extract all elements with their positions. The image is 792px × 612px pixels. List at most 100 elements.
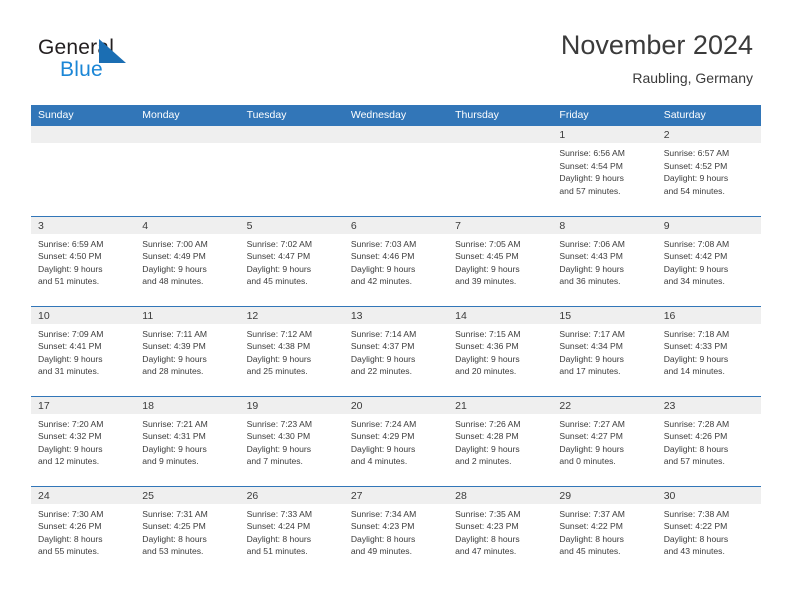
sunset-time: Sunset: 4:42 PM (663, 251, 728, 262)
daylight-duration-line1: Daylight: 9 hours (559, 353, 624, 364)
daylight-duration-line2: and 48 minutes. (142, 276, 204, 287)
day-number: 4 (135, 216, 240, 234)
calendar-day-cell[interactable]: 3 Sunrise: 6:59 AM Sunset: 4:50 PM Daylight… (31, 215, 136, 306)
calendar-day-cell[interactable]: 4 Sunrise: 7:00 AM Sunset: 4:49 PM Daylight… (135, 215, 240, 306)
calendar-week-row: 17 Sunrise: 7:20 AM Sunset: 4:32 PM Dayligh… (31, 395, 761, 486)
calendar-day-cell[interactable]: 16 Sunrise: 7:18 AM Sunset: 4:33 PM Dayligh… (656, 305, 761, 396)
sunrise-time: Sunrise: 7:26 AM (455, 418, 521, 429)
calendar-day-cell[interactable]: 15 Sunrise: 7:17 AM Sunset: 4:34 PM Dayligh… (552, 305, 657, 396)
calendar-day-cell[interactable]: 2 Sunrise: 6:57 AM Sunset: 4:52 PM Daylight… (656, 126, 761, 216)
day-details: Sunrise: 7:23 AM Sunset: 4:30 PM Daylight:… (240, 414, 344, 468)
general-blue-logo[interactable]: General Blue (38, 36, 158, 84)
calendar-day-cell[interactable]: 8 Sunrise: 7:06 AM Sunset: 4:43 PM Daylight… (552, 215, 657, 306)
calendar-day-cell[interactable]: 24 Sunrise: 7:30 AM Sunset: 4:26 PM Dayligh… (31, 485, 136, 576)
calendar-day-cell[interactable]: 22 Sunrise: 7:27 AM Sunset: 4:27 PM Dayligh… (552, 395, 657, 486)
sunset-time: Sunset: 4:47 PM (246, 251, 311, 262)
calendar-day-cell-empty (135, 126, 240, 216)
sunrise-time: Sunrise: 7:24 AM (350, 418, 417, 429)
calendar-day-cell[interactable]: 14 Sunrise: 7:15 AM Sunset: 4:36 PM Dayligh… (448, 305, 553, 396)
calendar-day-cell[interactable]: 7 Sunrise: 7:05 AM Sunset: 4:45 PM Daylight… (448, 215, 553, 306)
day-number: 18 (135, 396, 240, 414)
calendar-day-cell[interactable]: 29 Sunrise: 7:37 AM Sunset: 4:22 PM Dayligh… (552, 485, 657, 576)
sunset-time: Sunset: 4:30 PM (246, 431, 311, 442)
day-number: 29 (552, 486, 657, 504)
sunrise-time: Sunrise: 7:05 AM (455, 238, 521, 249)
calendar-day-cell[interactable]: 27 Sunrise: 7:34 AM Sunset: 4:23 PM Dayligh… (343, 485, 449, 576)
sunrise-time: Sunrise: 7:03 AM (350, 238, 417, 249)
day-number: 15 (552, 306, 657, 324)
sunset-time: Sunset: 4:50 PM (38, 251, 102, 262)
sunrise-time: Sunrise: 7:37 AM (559, 508, 625, 519)
calendar-day-cell[interactable]: 18 Sunrise: 7:21 AM Sunset: 4:31 PM Dayligh… (135, 395, 240, 486)
weekday-header-thursday: Thursday (448, 105, 553, 126)
calendar-day-cell[interactable]: 9 Sunrise: 7:08 AM Sunset: 4:42 PM Daylight… (656, 215, 761, 306)
calendar-day-cell[interactable]: 19 Sunrise: 7:23 AM Sunset: 4:30 PM Dayligh… (239, 395, 344, 486)
day-details: Sunrise: 7:24 AM Sunset: 4:29 PM Daylight:… (344, 414, 448, 468)
calendar-day-cell[interactable]: 26 Sunrise: 7:33 AM Sunset: 4:24 PM Dayligh… (239, 485, 344, 576)
calendar-day-cell-empty (31, 126, 136, 216)
daylight-duration-line1: Daylight: 9 hours (559, 173, 624, 184)
daylight-duration-line2: and 25 minutes. (246, 366, 308, 377)
daylight-duration-line1: Daylight: 8 hours (663, 533, 729, 544)
sunrise-time: Sunrise: 7:35 AM (455, 508, 521, 519)
sunset-time: Sunset: 4:54 PM (559, 160, 623, 171)
daylight-duration-line1: Daylight: 9 hours (246, 443, 312, 454)
sunset-time: Sunset: 4:22 PM (559, 521, 623, 532)
sunset-time: Sunset: 4:23 PM (455, 521, 519, 532)
calendar-day-cell[interactable]: 20 Sunrise: 7:24 AM Sunset: 4:29 PM Dayligh… (343, 395, 449, 486)
sunrise-time: Sunrise: 7:21 AM (142, 418, 208, 429)
sunrise-time: Sunrise: 7:33 AM (246, 508, 313, 519)
daylight-duration-line2: and 42 minutes. (350, 276, 412, 287)
day-number: 5 (239, 216, 344, 234)
day-number: 22 (552, 396, 657, 414)
sunrise-time: Sunrise: 7:15 AM (455, 328, 521, 339)
calendar-day-cell-empty (343, 126, 449, 216)
daylight-duration-line1: Daylight: 9 hours (38, 353, 103, 364)
calendar-day-cell[interactable]: 12 Sunrise: 7:12 AM Sunset: 4:38 PM Dayligh… (239, 305, 344, 396)
daylight-duration-line2: and 31 minutes. (38, 366, 100, 377)
calendar-week-row: 24 Sunrise: 7:30 AM Sunset: 4:26 PM Dayligh… (31, 485, 761, 576)
daylight-duration-line1: Daylight: 8 hours (559, 533, 624, 544)
day-details: Sunrise: 7:18 AM Sunset: 4:33 PM Daylight:… (657, 324, 761, 378)
sunset-time: Sunset: 4:38 PM (246, 341, 311, 352)
daylight-duration-line1: Daylight: 9 hours (246, 353, 312, 364)
day-number: 24 (31, 486, 136, 504)
daylight-duration-line1: Daylight: 9 hours (559, 263, 624, 274)
calendar-day-cell[interactable]: 17 Sunrise: 7:20 AM Sunset: 4:32 PM Dayligh… (31, 395, 136, 486)
calendar-day-cell[interactable]: 6 Sunrise: 7:03 AM Sunset: 4:46 PM Daylight… (343, 215, 449, 306)
daylight-duration-line1: Daylight: 9 hours (559, 443, 624, 454)
sunrise-time: Sunrise: 6:57 AM (663, 148, 730, 158)
day-details: Sunrise: 7:02 AM Sunset: 4:47 PM Daylight:… (240, 234, 344, 288)
daylight-duration-line2: and 0 minutes. (559, 456, 616, 467)
daylight-duration-line1: Daylight: 8 hours (663, 443, 729, 454)
sunset-time: Sunset: 4:27 PM (559, 431, 623, 442)
day-number: 11 (135, 306, 240, 324)
calendar-day-cell[interactable]: 30 Sunrise: 7:38 AM Sunset: 4:22 PM Dayligh… (656, 485, 761, 576)
sunset-time: Sunset: 4:22 PM (663, 521, 728, 532)
calendar-day-cell[interactable]: 1 Sunrise: 6:56 AM Sunset: 4:54 PM Daylight… (552, 126, 657, 216)
sunset-time: Sunset: 4:26 PM (663, 431, 728, 442)
day-number: 6 (343, 216, 449, 234)
calendar-day-cell[interactable]: 13 Sunrise: 7:14 AM Sunset: 4:37 PM Dayligh… (343, 305, 449, 396)
daylight-duration-line2: and 7 minutes. (246, 456, 303, 467)
daylight-duration-line1: Daylight: 9 hours (142, 353, 207, 364)
sunset-time: Sunset: 4:31 PM (142, 431, 206, 442)
day-number: 16 (656, 306, 761, 324)
day-details: Sunrise: 7:12 AM Sunset: 4:38 PM Daylight:… (240, 324, 344, 378)
calendar-day-cell[interactable]: 28 Sunrise: 7:35 AM Sunset: 4:23 PM Dayligh… (448, 485, 553, 576)
calendar-day-cell[interactable]: 21 Sunrise: 7:26 AM Sunset: 4:28 PM Dayligh… (448, 395, 553, 486)
day-number: 19 (239, 396, 344, 414)
calendar-day-cell[interactable]: 25 Sunrise: 7:31 AM Sunset: 4:25 PM Dayligh… (135, 485, 240, 576)
day-number: 10 (31, 306, 136, 324)
calendar-day-cell[interactable]: 23 Sunrise: 7:28 AM Sunset: 4:26 PM Dayligh… (656, 395, 761, 486)
calendar-day-cell[interactable]: 5 Sunrise: 7:02 AM Sunset: 4:47 PM Daylight… (239, 215, 344, 306)
calendar-day-cell[interactable]: 10 Sunrise: 7:09 AM Sunset: 4:41 PM Dayligh… (31, 305, 136, 396)
day-number (448, 126, 553, 143)
sunset-time: Sunset: 4:45 PM (455, 251, 519, 262)
day-details: Sunrise: 7:00 AM Sunset: 4:49 PM Daylight:… (135, 234, 239, 288)
day-details: Sunrise: 7:28 AM Sunset: 4:26 PM Daylight:… (657, 414, 761, 468)
calendar-day-cell[interactable]: 11 Sunrise: 7:11 AM Sunset: 4:39 PM Dayligh… (135, 305, 240, 396)
day-number: 12 (239, 306, 344, 324)
day-details: Sunrise: 7:15 AM Sunset: 4:36 PM Daylight:… (448, 324, 552, 378)
daylight-duration-line2: and 51 minutes. (246, 546, 308, 557)
